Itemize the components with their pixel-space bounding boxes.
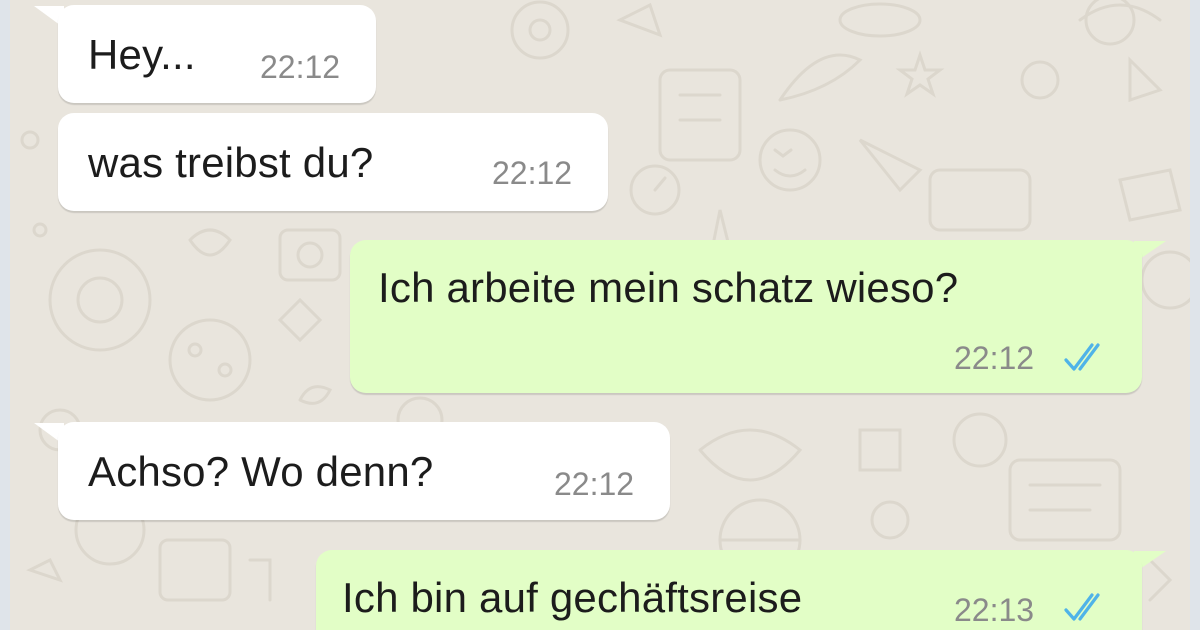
message-timestamp: 22:13 xyxy=(954,592,1035,628)
message-bubble-outgoing[interactable]: Ich bin auf gechäftsreise 22:13 xyxy=(316,550,1142,630)
chat-screen: Hey... 22:12 was treibst du? 22:12 Ich a… xyxy=(0,0,1200,630)
message-timestamp: 22:12 xyxy=(260,49,341,85)
message-text: Ich bin auf gechäftsreise xyxy=(342,574,803,621)
left-edge xyxy=(0,0,10,630)
message-timestamp: 22:12 xyxy=(554,466,635,502)
message-timestamp: 22:12 xyxy=(954,340,1035,376)
message-text: Ich arbeite mein schatz wieso? xyxy=(378,264,959,311)
message-bubble-incoming[interactable]: Hey... 22:12 xyxy=(58,5,376,103)
message-text: was treibst du? xyxy=(88,139,374,186)
message-bubble-outgoing[interactable]: Ich arbeite mein schatz wieso? 22:12 xyxy=(350,240,1142,393)
double-check-icon xyxy=(1064,343,1100,371)
double-check-icon xyxy=(1064,593,1100,621)
message-timestamp: 22:12 xyxy=(492,155,573,191)
right-edge xyxy=(1190,0,1200,630)
message-bubble-incoming[interactable]: Achso? Wo denn? 22:12 xyxy=(58,422,670,520)
message-bubble-incoming[interactable]: was treibst du? 22:12 xyxy=(58,113,608,211)
message-text: Hey... xyxy=(88,31,196,78)
message-text: Achso? Wo denn? xyxy=(88,448,434,495)
